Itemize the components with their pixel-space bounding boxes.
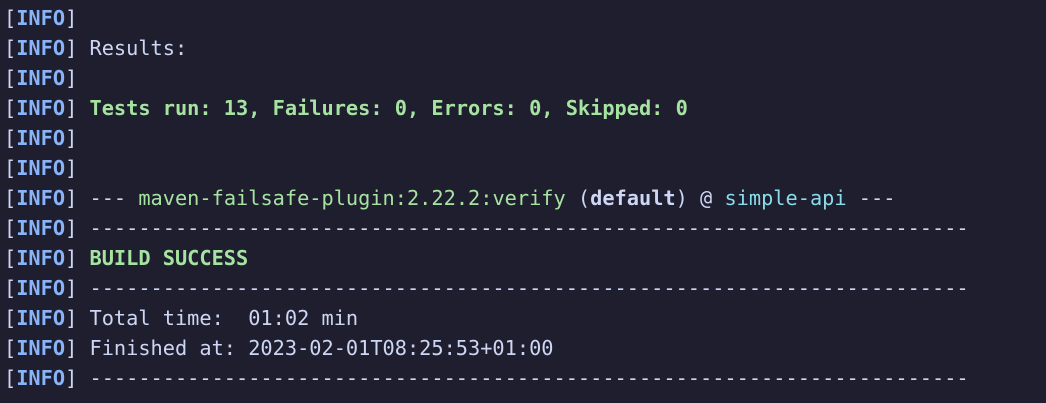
log-line: [INFO] BUILD SUCCESS xyxy=(4,243,1046,273)
log-line: [INFO] --- maven-failsafe-plugin:2.22.2:… xyxy=(4,183,1046,213)
prefix-open-bracket: [ xyxy=(4,126,17,150)
prefix-close-bracket: ] xyxy=(65,216,78,240)
log-line: [INFO] xyxy=(4,123,1046,153)
info-tag: INFO xyxy=(16,276,66,300)
plugin-goal: maven-failsafe-plugin:2.22.2:verify xyxy=(138,186,566,210)
log-line: [INFO] xyxy=(4,3,1046,33)
prefix-open-bracket: [ xyxy=(4,156,17,180)
info-tag: INFO xyxy=(16,216,66,240)
log-line: [INFO] xyxy=(4,63,1046,93)
info-tag: INFO xyxy=(16,66,66,90)
info-tag: INFO xyxy=(16,246,66,270)
divider-line: ----------------------------------------… xyxy=(77,216,969,240)
log-line: [INFO] Total time: 01:02 min xyxy=(4,303,1046,333)
log-line: [INFO] ---------------------------------… xyxy=(4,213,1046,243)
prefix-close-bracket: ] xyxy=(65,156,78,180)
log-line: [INFO] Tests run: 13, Failures: 0, Error… xyxy=(4,93,1046,123)
log-line: [INFO] Finished at: 2023-02-01T08:25:53+… xyxy=(4,333,1046,363)
info-tag: INFO xyxy=(16,306,66,330)
info-tag: INFO xyxy=(16,36,66,60)
prefix-open-bracket: [ xyxy=(4,246,17,270)
prefix-open-bracket: [ xyxy=(4,336,17,360)
test-summary: Tests run: 13, Failures: 0, Errors: 0, S… xyxy=(77,96,688,120)
log-line: [INFO] xyxy=(4,153,1046,183)
plugin-separator-end: --- xyxy=(846,186,896,210)
execution-close: ) @ xyxy=(675,186,725,210)
prefix-open-bracket: [ xyxy=(4,276,17,300)
log-line: [INFO] ---------------------------------… xyxy=(4,363,1046,393)
prefix-open-bracket: [ xyxy=(4,216,17,240)
prefix-close-bracket: ] xyxy=(65,6,78,30)
info-tag: INFO xyxy=(16,366,66,390)
prefix-close-bracket: ] xyxy=(65,66,78,90)
prefix-open-bracket: [ xyxy=(4,306,17,330)
execution-open: ( xyxy=(565,186,591,210)
results-heading: Results: xyxy=(77,36,188,60)
log-line: [INFO] ---------------------------------… xyxy=(4,273,1046,303)
prefix-close-bracket: ] xyxy=(65,96,78,120)
total-time: Total time: 01:02 min xyxy=(77,306,359,330)
prefix-close-bracket: ] xyxy=(65,186,78,210)
log-line: [INFO] Results: xyxy=(4,33,1046,63)
info-tag: INFO xyxy=(16,186,66,210)
prefix-open-bracket: [ xyxy=(4,366,17,390)
divider-line: ----------------------------------------… xyxy=(77,276,969,300)
info-tag: INFO xyxy=(16,336,66,360)
build-status: BUILD SUCCESS xyxy=(77,246,249,270)
prefix-close-bracket: ] xyxy=(65,336,78,360)
prefix-open-bracket: [ xyxy=(4,96,17,120)
plugin-separator-start: --- xyxy=(77,186,139,210)
prefix-open-bracket: [ xyxy=(4,36,17,60)
prefix-open-bracket: [ xyxy=(4,6,17,30)
project-name: simple-api xyxy=(724,186,847,210)
prefix-close-bracket: ] xyxy=(65,36,78,60)
prefix-open-bracket: [ xyxy=(4,66,17,90)
info-tag: INFO xyxy=(16,96,66,120)
prefix-close-bracket: ] xyxy=(65,126,78,150)
prefix-close-bracket: ] xyxy=(65,246,78,270)
terminal-output[interactable]: [INFO] [INFO] Results: [INFO] [INFO] Tes… xyxy=(0,0,1046,403)
prefix-close-bracket: ] xyxy=(65,366,78,390)
finished-at: Finished at: 2023-02-01T08:25:53+01:00 xyxy=(77,336,554,360)
info-tag: INFO xyxy=(16,156,66,180)
prefix-close-bracket: ] xyxy=(65,276,78,300)
info-tag: INFO xyxy=(16,126,66,150)
execution-id: default xyxy=(590,186,676,210)
divider-line: ----------------------------------------… xyxy=(77,366,969,390)
prefix-open-bracket: [ xyxy=(4,186,17,210)
info-tag: INFO xyxy=(16,6,66,30)
prefix-close-bracket: ] xyxy=(65,306,78,330)
